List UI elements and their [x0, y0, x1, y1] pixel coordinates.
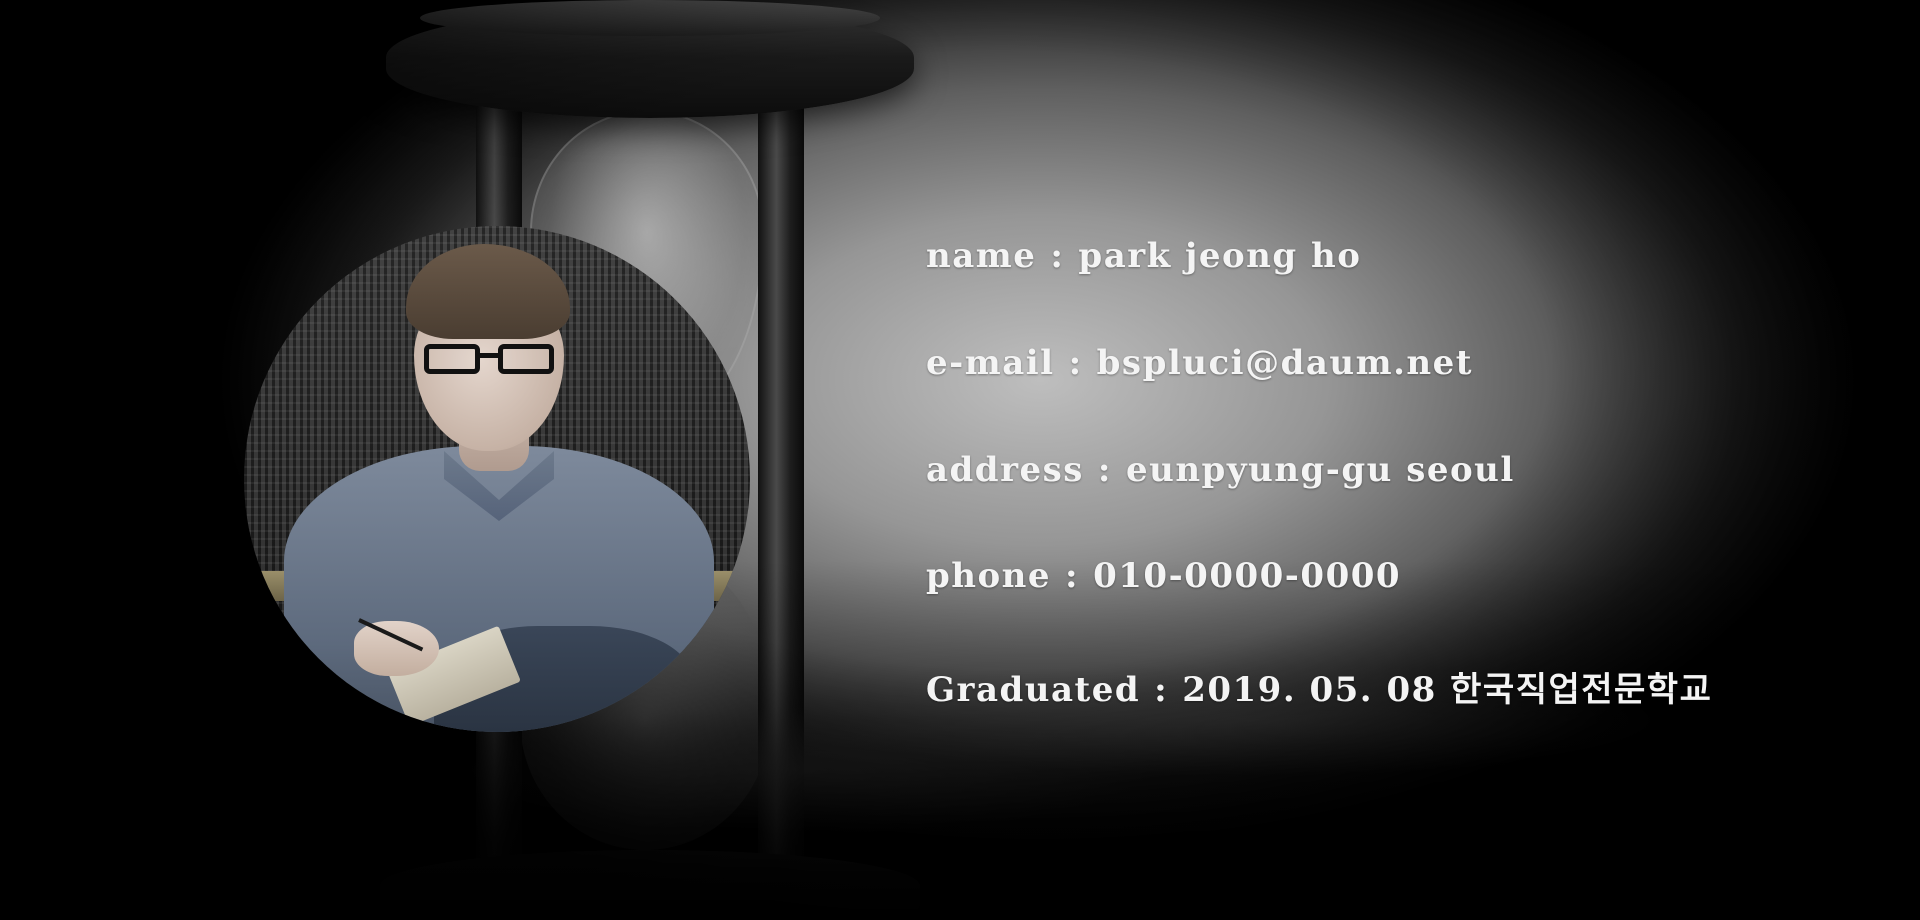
phone-label: phone	[926, 556, 1052, 596]
name-label: name	[926, 236, 1037, 276]
graduated-label: Graduated	[926, 670, 1141, 710]
phone-row: phone:010-0000-0000	[926, 556, 1401, 596]
phone-value: 010-0000-0000	[1093, 556, 1402, 596]
portrait-glasses	[424, 344, 556, 378]
glasses-left-lens	[424, 344, 480, 374]
glasses-bridge	[479, 353, 499, 358]
graduated-row: Graduated:2019. 05. 08 한국직업전문학교	[926, 662, 1712, 711]
phone-separator: :	[1065, 556, 1080, 596]
email-row: e-mail: bspluci@daum.net	[926, 343, 1473, 383]
glasses-right-lens	[498, 344, 554, 374]
address-label: address	[926, 450, 1084, 490]
portrait-hand	[354, 621, 439, 676]
name-value: park jeong ho	[1078, 236, 1362, 276]
graduated-separator: :	[1154, 670, 1169, 710]
email-label: e-mail	[926, 343, 1055, 383]
name-separator: :	[1050, 236, 1065, 276]
profile-portrait	[244, 226, 750, 732]
address-row: address: eunpyung-gu seoul	[926, 450, 1515, 490]
name-row: name: park jeong ho	[926, 236, 1361, 276]
address-separator: :	[1097, 450, 1112, 490]
email-value: bspluci@daum.net	[1096, 343, 1473, 383]
email-separator: :	[1068, 343, 1083, 383]
address-value: eunpyung-gu seoul	[1125, 450, 1515, 490]
graduated-value: 2019. 05. 08 한국직업전문학교	[1182, 670, 1713, 710]
